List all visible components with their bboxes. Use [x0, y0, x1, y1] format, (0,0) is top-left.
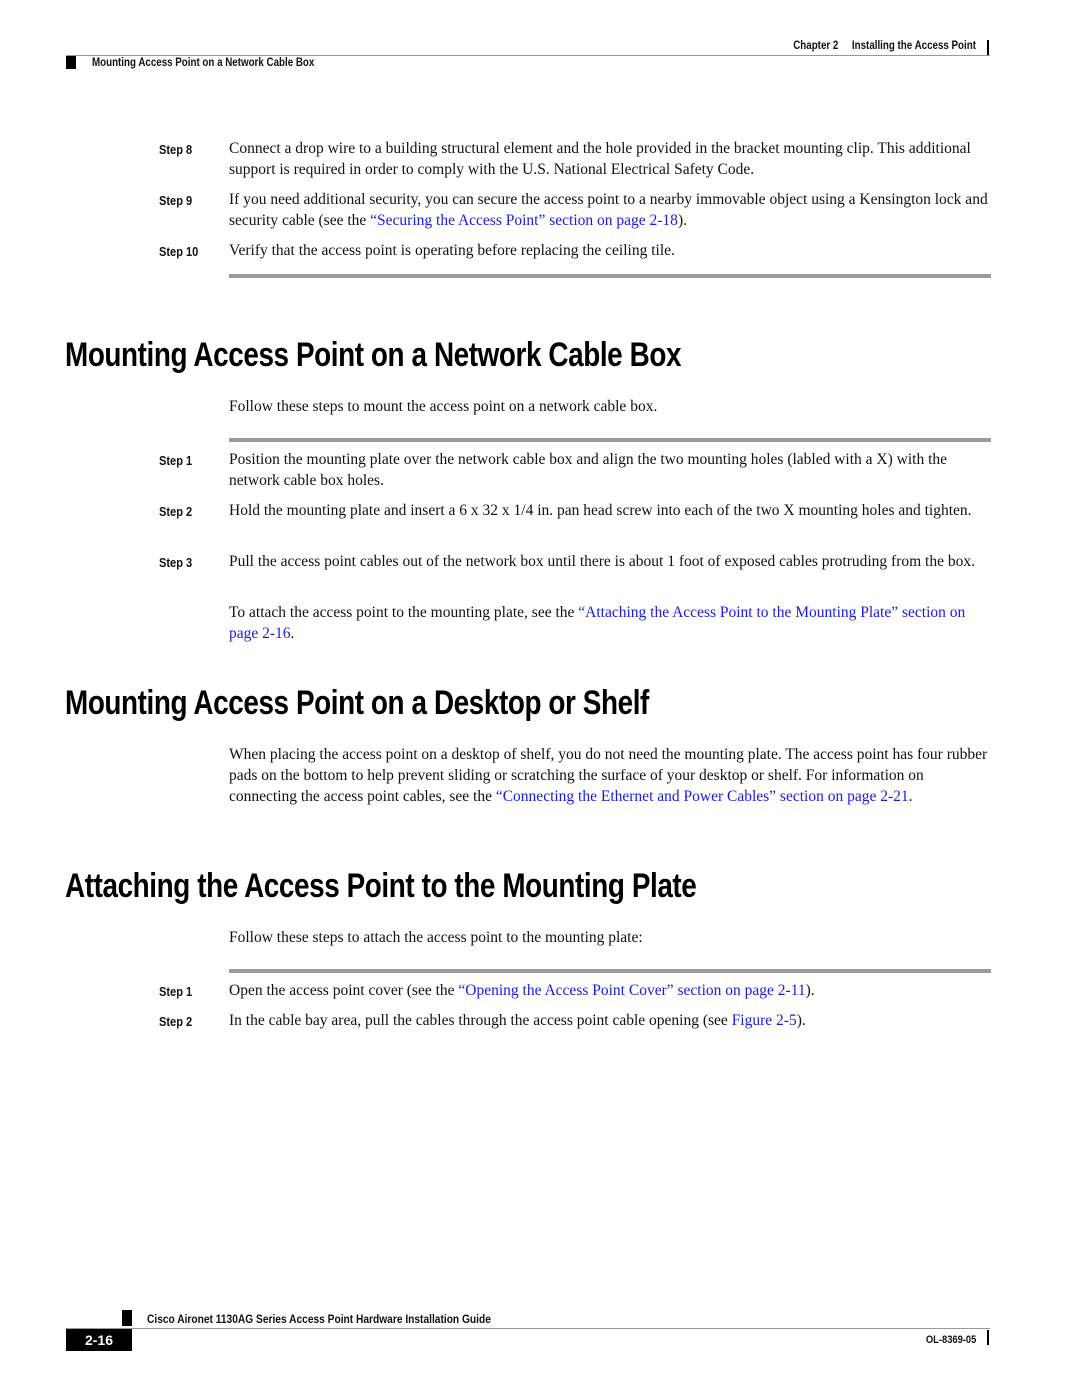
section-heading: Attaching the Access Point to the Mounti… — [65, 867, 697, 905]
chapter-title: Installing the Access Point — [851, 40, 976, 52]
step-label: Step 2 — [159, 1014, 193, 1029]
step-text: In the cable bay area, pull the cables t… — [229, 1010, 994, 1031]
section-intro: Follow these steps to attach the access … — [229, 929, 643, 946]
footer-marker — [122, 1310, 132, 1326]
procedure-end-rule — [229, 274, 991, 278]
header-marker — [66, 56, 76, 69]
section-body: When placing the access point on a deskt… — [229, 744, 994, 807]
step-text-part: In the cable bay area, pull the cables t… — [229, 1012, 732, 1029]
figure-link[interactable]: Figure 2-5 — [732, 1012, 797, 1029]
step-text-part: ). — [805, 982, 815, 999]
opening-cover-link[interactable]: “Opening the Access Point Cover” section… — [458, 982, 805, 999]
note-text-part: . — [290, 625, 295, 642]
header-bar — [987, 40, 989, 55]
footer-bar — [987, 1330, 989, 1345]
body-text-part: . — [908, 788, 913, 805]
section-heading: Mounting Access Point on a Network Cable… — [65, 336, 682, 374]
section-heading: Mounting Access Point on a Desktop or Sh… — [65, 684, 649, 722]
chapter-number: Chapter 2 — [793, 40, 839, 52]
step-label: Step 3 — [159, 555, 193, 570]
step-label: Step 2 — [159, 504, 193, 519]
footer-guide-title: Cisco Aironet 1130AG Series Access Point… — [147, 1312, 491, 1326]
procedure-start-rule — [229, 438, 991, 442]
step-label: Step 9 — [159, 193, 193, 208]
step-label: Step 1 — [159, 984, 193, 999]
step-text: Verify that the access point is operatin… — [229, 242, 675, 259]
section-intro: Follow these steps to mount the access p… — [229, 398, 658, 415]
connecting-cables-link[interactable]: “Connecting the Ethernet and Power Cable… — [496, 788, 909, 805]
step-text: Connect a drop wire to a building struct… — [229, 140, 971, 178]
step-label: Step 8 — [159, 142, 193, 157]
footer-doc-number: OL-8369-05 — [925, 1334, 976, 1346]
step-text-part: ). — [796, 1012, 806, 1029]
step-text: Hold the mounting plate and insert a 6 x… — [229, 502, 972, 519]
securing-link[interactable]: “Securing the Access Point” section on p… — [370, 212, 678, 229]
step-text: Open the access point cover (see the “Op… — [229, 980, 994, 1001]
step-label: Step 10 — [159, 244, 199, 259]
step-text-part: ). — [677, 212, 687, 229]
step-text: If you need additional security, you can… — [229, 189, 994, 231]
step-note: To attach the access point to the mounti… — [229, 602, 994, 644]
note-text-part: To attach the access point to the mounti… — [229, 604, 579, 621]
running-header-section: Mounting Access Point on a Network Cable… — [92, 57, 315, 69]
step-text: Position the mounting plate over the net… — [229, 451, 948, 489]
footer-rule — [66, 1328, 990, 1329]
procedure-start-rule — [229, 969, 991, 973]
step-text-part: Open the access point cover (see the — [229, 982, 459, 999]
running-header-chapter: Chapter 2 Installing the Access Point — [793, 40, 976, 52]
step-text: Pull the access point cables out of the … — [229, 553, 975, 570]
page-number-badge: 2-16 — [66, 1329, 132, 1351]
header-rule — [66, 55, 990, 56]
step-label: Step 1 — [159, 453, 193, 468]
